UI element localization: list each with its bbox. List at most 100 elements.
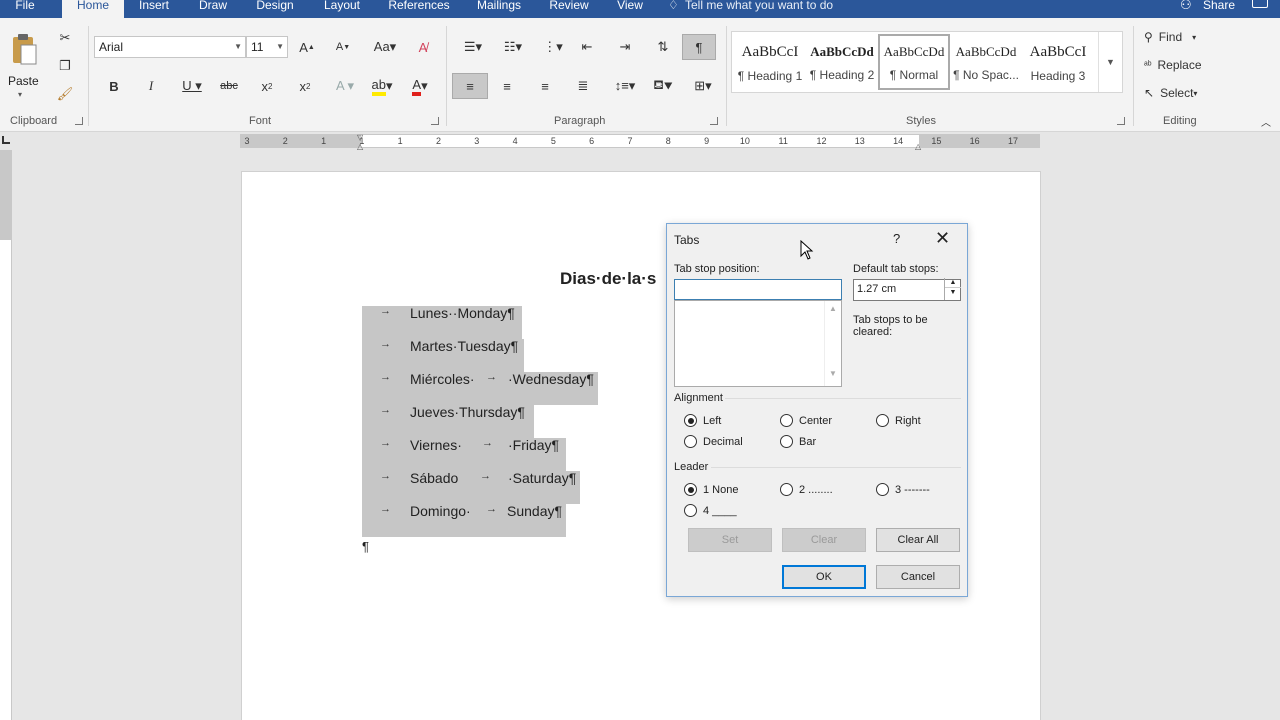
font-family-select[interactable]: Arial ▼	[94, 36, 246, 58]
list-item[interactable]: → Domingo· → Sunday¶	[362, 496, 662, 529]
superscript-icon[interactable]: x2	[294, 75, 316, 97]
comment-icon[interactable]	[1252, 0, 1268, 8]
show-formatting-marks-icon[interactable]: ¶	[682, 34, 716, 60]
tab-references[interactable]: References	[384, 0, 454, 18]
sort-icon[interactable]: ⇅	[652, 36, 674, 58]
spin-down-icon[interactable]: ▼	[945, 288, 961, 298]
tab-file[interactable]: File	[6, 0, 44, 18]
clipboard-launcher-icon[interactable]	[75, 117, 83, 125]
list-item[interactable]: → Miércoles· → ·Wednesday¶	[362, 364, 662, 397]
cut-icon[interactable]: ✂	[54, 28, 76, 48]
highlight-icon[interactable]: ab ▾	[366, 75, 398, 97]
select-button[interactable]: ↖ Select ▾	[1144, 82, 1214, 104]
style-heading-1[interactable]: AaBbCcI ¶ Heading 1	[734, 34, 806, 90]
replace-button[interactable]: ᵃᵇ Replace	[1144, 54, 1214, 76]
leader-dashes-radio[interactable]: 3 -------	[876, 483, 930, 496]
styles-launcher-icon[interactable]	[1117, 117, 1125, 125]
multilevel-list-icon[interactable]: ⋮▾	[536, 36, 570, 58]
subscript-icon[interactable]: x2	[256, 75, 278, 97]
numbering-icon[interactable]: ☷▾	[496, 36, 530, 58]
align-bar-radio[interactable]: Bar	[780, 435, 816, 448]
copy-icon[interactable]: ❐	[54, 56, 76, 76]
clear-all-button[interactable]: Clear All	[876, 528, 960, 552]
justify-icon[interactable]: ≣	[572, 75, 594, 97]
leader-underline-radio[interactable]: 4 ____	[684, 504, 737, 517]
spin-up-icon[interactable]: ▲	[945, 278, 961, 288]
leader-dots-radio[interactable]: 2 ........	[780, 483, 833, 496]
borders-icon[interactable]: ⊞▾	[686, 75, 720, 97]
list-item[interactable]: → Jueves·Thursday¶	[362, 397, 662, 430]
line-spacing-icon[interactable]: ↕≡▾	[608, 75, 642, 97]
align-left-radio[interactable]: Left	[684, 414, 721, 427]
ok-button[interactable]: OK	[782, 565, 866, 589]
style-heading-3[interactable]: AaBbCcI Heading 3	[1022, 34, 1094, 90]
tab-mailings[interactable]: Mailings	[470, 0, 528, 18]
format-painter-icon[interactable]: 🖌	[54, 84, 76, 104]
tab-review[interactable]: Review	[544, 0, 594, 18]
clear-button[interactable]: Clear	[782, 528, 866, 552]
shrink-font-icon[interactable]: A ▼	[332, 36, 354, 58]
paste-icon[interactable]	[6, 30, 42, 70]
tab-draw[interactable]: Draw	[193, 0, 233, 18]
font-color-icon[interactable]: A ▾	[404, 75, 436, 97]
horizontal-ruler[interactable]: 3 2 1 1 1 2 3 4 5 6 7 8 9 10 11 12 13 14 15 16 17 ▽ △ △	[240, 133, 1040, 151]
paste-dropdown-icon[interactable]: ▾	[18, 90, 22, 99]
style-heading-2[interactable]: AaBbCcDd ¶ Heading 2	[806, 34, 878, 90]
first-line-indent-marker[interactable]: ▽	[357, 133, 363, 142]
scroll-up-icon[interactable]: ▲	[825, 304, 841, 313]
scroll-down-icon[interactable]: ▼	[825, 369, 841, 378]
tab-stops-list[interactable]: ▲ ▼	[674, 300, 842, 387]
tab-layout[interactable]: Layout	[318, 0, 366, 18]
hanging-indent-marker[interactable]: △	[357, 142, 363, 151]
style-no-spacing[interactable]: AaBbCcDd ¶ No Spac...	[950, 34, 1022, 90]
share-button[interactable]: Share	[1203, 0, 1235, 11]
grow-font-icon[interactable]: A ▲	[296, 36, 318, 58]
radio-dot	[876, 414, 889, 427]
list-item[interactable]: → Sábado → ·Saturday¶	[362, 463, 662, 496]
list-item[interactable]: → Viernes· → ·Friday¶	[362, 430, 662, 463]
font-size-select[interactable]: 11 ▼	[246, 36, 288, 58]
list-item[interactable]: → Lunes··Monday¶	[362, 298, 662, 331]
strikethrough-icon[interactable]: abc	[218, 75, 240, 97]
underline-icon[interactable]: U ▾	[177, 75, 207, 97]
set-button[interactable]: Set	[688, 528, 772, 552]
list-scrollbar[interactable]: ▲ ▼	[824, 301, 841, 386]
clear-formatting-icon[interactable]: A̸	[412, 36, 434, 58]
align-right-icon[interactable]: ≡	[534, 75, 556, 97]
tab-stop-position-input[interactable]	[674, 279, 842, 300]
tab-insert[interactable]: Insert	[134, 0, 174, 18]
align-center-radio[interactable]: Center	[780, 414, 832, 427]
align-left-icon[interactable]: ≡	[452, 73, 488, 99]
italic-icon[interactable]: I	[141, 75, 161, 97]
text-effects-icon[interactable]: A ▾	[332, 75, 358, 97]
paste-label[interactable]: Paste	[8, 74, 39, 88]
tab-selector-icon[interactable]	[2, 136, 10, 144]
help-icon[interactable]: ?	[893, 231, 900, 246]
vertical-ruler[interactable]	[0, 150, 12, 720]
font-launcher-icon[interactable]	[431, 117, 439, 125]
gallery-more-icon[interactable]: ▼	[1098, 32, 1122, 92]
align-right-radio[interactable]: Right	[876, 414, 921, 427]
bullets-icon[interactable]: ☰▾	[456, 36, 490, 58]
increase-indent-icon[interactable]: ⇥	[614, 36, 636, 58]
paragraph-launcher-icon[interactable]	[710, 117, 718, 125]
change-case-icon[interactable]: Aa▾	[370, 36, 400, 58]
close-icon[interactable]: ✕	[935, 228, 950, 249]
list-item[interactable]: → Martes·Tuesday¶	[362, 331, 662, 364]
shading-icon[interactable]: ⛾▾	[646, 75, 680, 97]
tab-stop-position-label: Tab stop position:	[674, 263, 760, 275]
tab-view[interactable]: View	[610, 0, 650, 18]
collapse-ribbon-icon[interactable]: ︿	[1258, 114, 1274, 129]
tab-home[interactable]: Home	[62, 0, 124, 18]
decrease-indent-icon[interactable]: ⇤	[576, 36, 598, 58]
bold-icon[interactable]: B	[104, 75, 124, 97]
right-indent-marker[interactable]: △	[915, 142, 921, 151]
find-button[interactable]: ⚲ Find ▾	[1144, 26, 1214, 48]
tab-design[interactable]: Design	[250, 0, 300, 18]
style-normal[interactable]: AaBbCcDd ¶ Normal	[878, 34, 950, 90]
leader-none-radio[interactable]: 1 None	[684, 483, 738, 496]
align-decimal-radio[interactable]: Decimal	[684, 435, 743, 448]
align-center-icon[interactable]: ≡	[496, 75, 518, 97]
cancel-button[interactable]: Cancel	[876, 565, 960, 589]
tell-me-search[interactable]: Tell me what you want to do	[685, 0, 833, 11]
